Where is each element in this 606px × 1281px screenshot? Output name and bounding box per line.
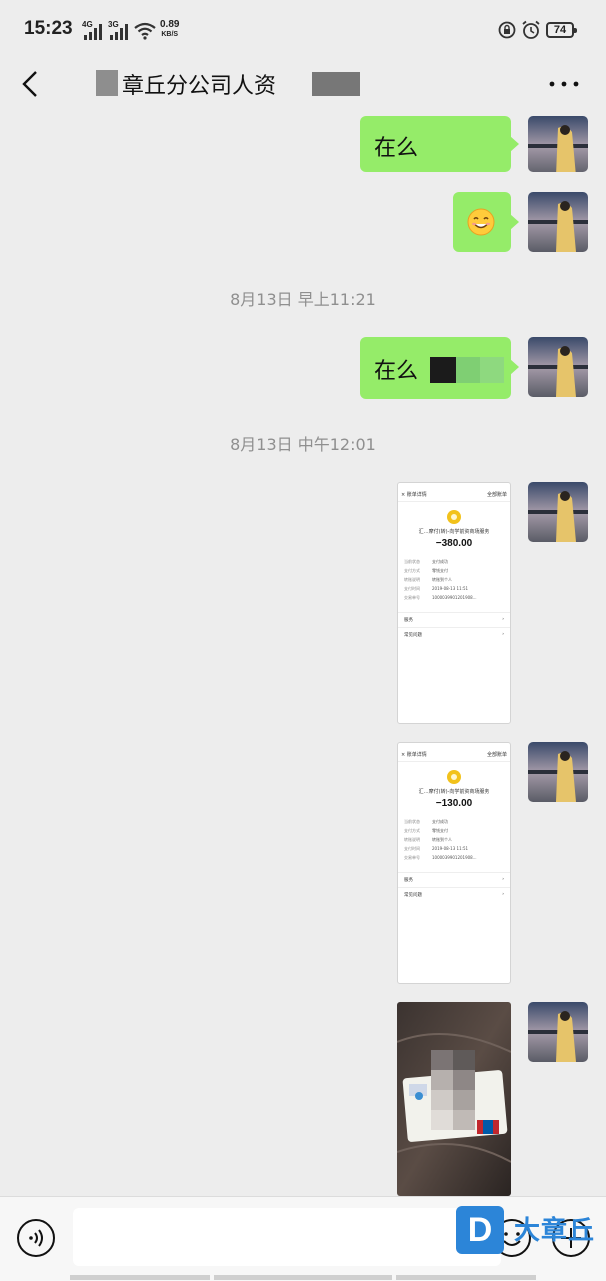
nav-gesture-bar	[396, 1275, 536, 1280]
speed-unit: KB/S	[161, 31, 179, 38]
avatar[interactable]	[528, 482, 588, 542]
avatar-photo	[528, 337, 588, 397]
avatar[interactable]	[528, 337, 588, 397]
message-text: 在么	[374, 136, 419, 161]
watermark-text: 大章丘	[514, 1216, 596, 1246]
nav-gesture-bar	[70, 1275, 210, 1280]
signal-icon	[84, 24, 102, 40]
avatar-photo	[528, 482, 588, 542]
faq-link: 常见问题 ›	[398, 887, 510, 902]
screenshot-header: × 账单详情 全部账单	[398, 491, 510, 502]
bank-card-photo	[397, 1002, 511, 1196]
smile-emoji-icon	[467, 208, 495, 236]
chat-title: 章丘分公司人资	[122, 74, 277, 99]
status-bar: 15:23 4G 3G 0.89 KB/S 74	[0, 0, 606, 60]
message-text: 在么	[374, 359, 419, 384]
alarm-icon	[522, 20, 540, 39]
payment-details: 当前状态 支付成功 支付方式 零钱支付 转账说明 转账到个人 支付时间 2019-08-…	[398, 817, 510, 862]
avatar[interactable]	[528, 192, 588, 252]
timestamp: 8月13日 中午12:01	[230, 435, 376, 454]
merchant-name: 汇…摩付(转)-向学前资商场服务	[418, 789, 490, 795]
redaction-block	[312, 72, 360, 96]
screenshot-status	[398, 743, 510, 751]
network-speed: 0.89 KB/S	[160, 20, 179, 40]
image-message-payment-screenshot[interactable]: × 账单详情 全部账单 汇…摩付(转)-向学前资商场服务 −380.00 当前状…	[397, 482, 511, 724]
screenshot-header: × 账单详情 全部账单	[398, 751, 510, 762]
avatar-photo	[528, 192, 588, 252]
avatar[interactable]	[528, 1002, 588, 1062]
voice-input-icon[interactable]	[16, 1218, 56, 1258]
timestamp: 8月13日 早上11:21	[230, 290, 376, 309]
mosaic-redaction	[430, 357, 456, 383]
avatar-photo	[528, 116, 588, 172]
site-watermark: D 大章丘	[456, 1206, 604, 1256]
message-bubble[interactable]: 在么	[360, 337, 519, 399]
detail-row: 支付时间 2019-08-13 11:51	[404, 846, 469, 851]
watermark-logo: D	[456, 1206, 504, 1254]
screenshot-header-left: × 账单详情	[401, 492, 427, 498]
coin-icon	[447, 770, 461, 784]
avatar-photo	[528, 742, 588, 802]
detail-row: 当前状态 支付成功	[404, 559, 448, 564]
detail-row: 当前状态 支付成功	[404, 819, 448, 824]
detail-row: 交易单号 1000039901201908...	[404, 595, 477, 600]
payment-details: 当前状态 支付成功 支付方式 零钱支付 转账说明 转账到个人 支付时间 2019-08-…	[398, 557, 510, 602]
avatar-photo	[528, 1002, 588, 1062]
merchant-name: 汇…摩付(转)-向学前资商场服务	[418, 529, 490, 535]
screenshot-header-right: 全部账单	[486, 752, 507, 758]
image-message-bank-card-photo[interactable]	[397, 1002, 511, 1196]
service-link: 服务 ›	[398, 612, 510, 627]
more-options-icon[interactable]	[544, 72, 584, 96]
payment-amount: −130.00	[435, 798, 473, 809]
image-message-payment-screenshot[interactable]: × 账单详情 全部账单 汇…摩付(转)-向学前资商场服务 −130.00 当前状…	[397, 742, 511, 984]
screenshot-header-left: × 账单详情	[401, 752, 427, 758]
battery-indicator: 74	[546, 22, 577, 38]
mosaic-redaction	[480, 357, 504, 383]
status-time: 15:23	[24, 18, 73, 39]
wifi-icon	[134, 22, 156, 40]
message-bubble-emoji[interactable]	[453, 192, 519, 252]
back-arrow-icon[interactable]	[18, 68, 46, 100]
message-bubble[interactable]: 在么	[360, 116, 519, 172]
coin-icon	[447, 510, 461, 524]
avatar[interactable]	[528, 742, 588, 802]
lock-rotation-icon	[498, 21, 516, 39]
avatar[interactable]	[528, 116, 588, 172]
nav-gesture-bar	[214, 1275, 392, 1280]
redaction-block	[96, 70, 118, 96]
chat-header: 章丘分公司人资	[0, 60, 606, 116]
detail-row: 交易单号 1000039901201908...	[404, 855, 477, 860]
signal-icon-2	[110, 24, 128, 40]
faq-link: 常见问题 ›	[398, 627, 510, 642]
speed-value: 0.89	[160, 19, 180, 30]
screenshot-status	[398, 483, 510, 491]
mosaic-redaction	[456, 357, 480, 383]
message-input[interactable]	[73, 1208, 501, 1266]
detail-row: 转账说明 转账到个人	[404, 837, 452, 842]
detail-row: 支付时间 2019-08-13 11:51	[404, 586, 469, 591]
detail-row: 支付方式 零钱支付	[404, 568, 448, 573]
payment-amount: −380.00	[435, 538, 473, 549]
service-link: 服务 ›	[398, 872, 510, 887]
detail-row: 支付方式 零钱支付	[404, 828, 448, 833]
detail-row: 转账说明 转账到个人	[404, 577, 452, 582]
screenshot-header-right: 全部账单	[486, 492, 507, 498]
